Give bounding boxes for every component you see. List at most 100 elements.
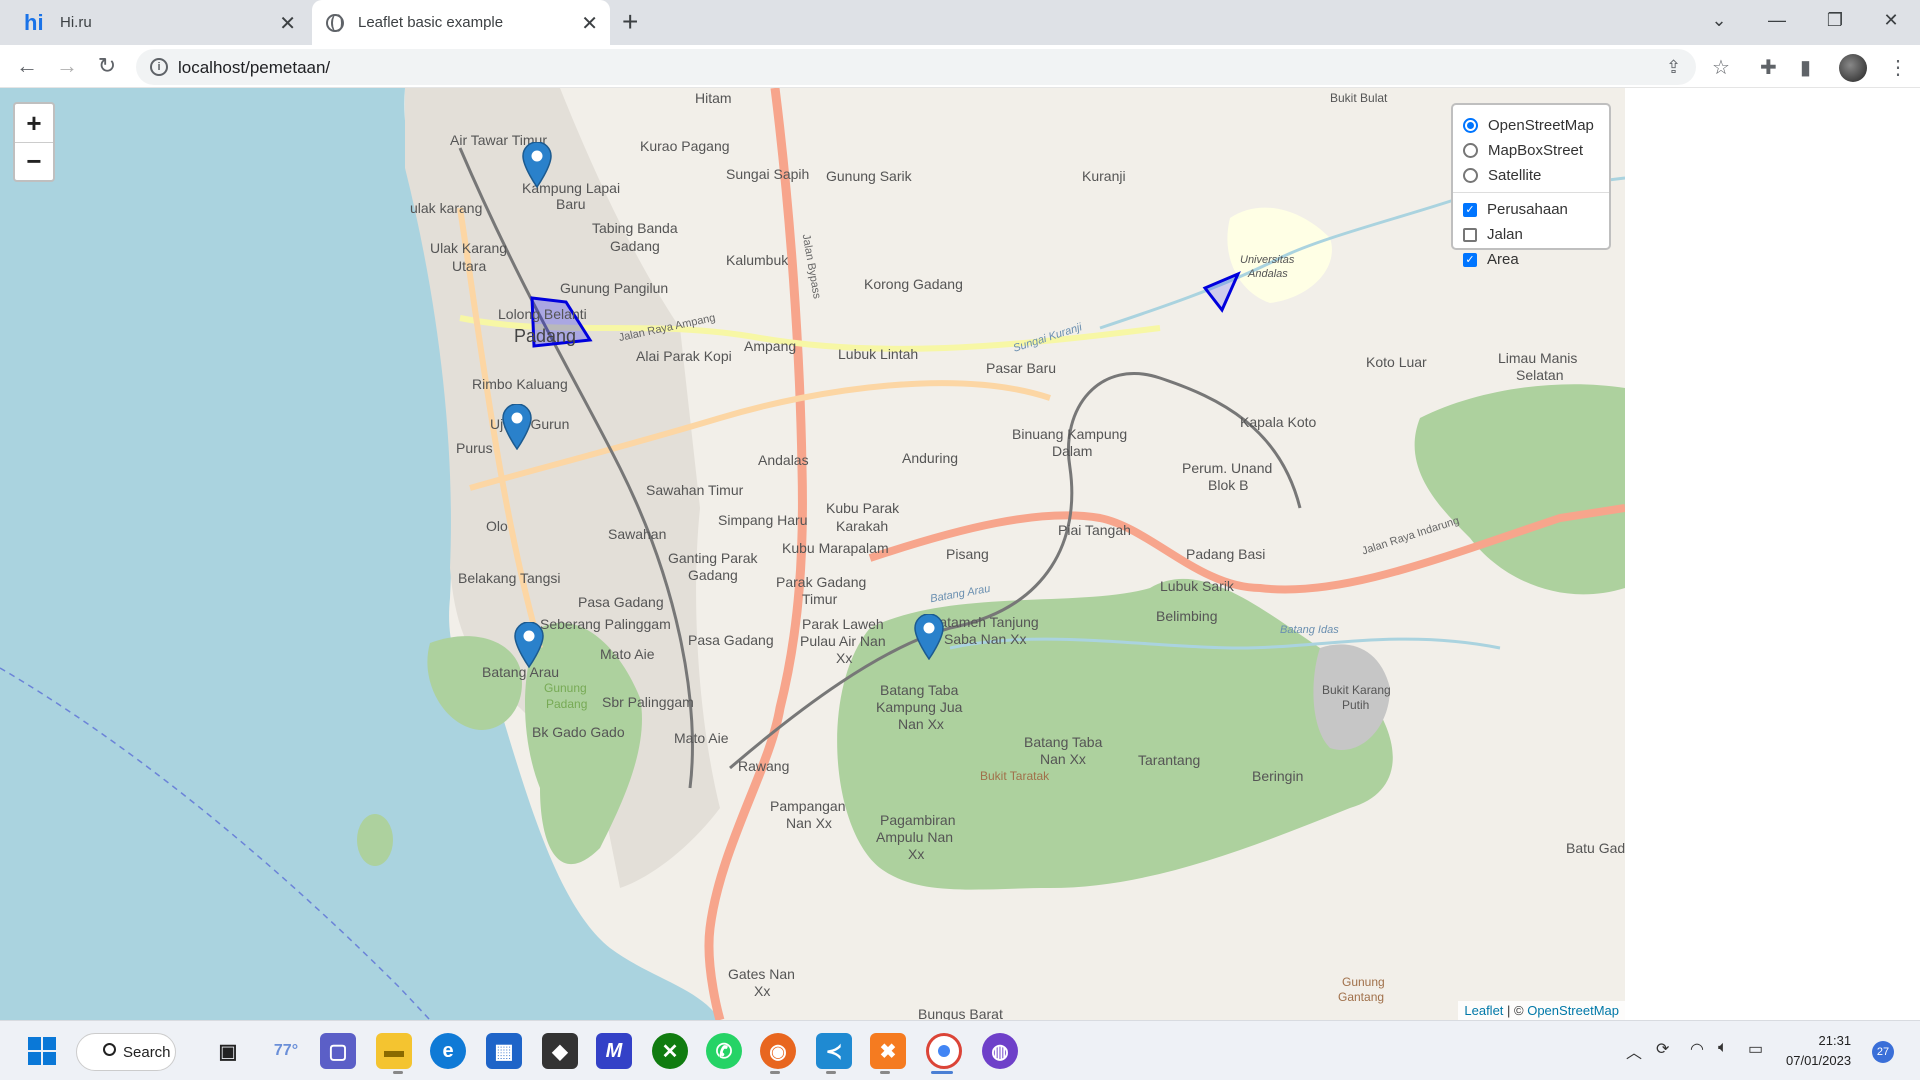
start-button[interactable]: [24, 1033, 60, 1069]
leaflet-map[interactable]: Hitam Bukit Bulat Air Tawar Timur Kurao …: [0, 88, 1625, 1020]
map-label: Sawahan: [608, 526, 667, 542]
file-explorer-icon[interactable]: ▬: [376, 1033, 412, 1069]
map-marker-pin[interactable]: [522, 142, 552, 188]
checkbox-checked[interactable]: ✓: [1463, 252, 1477, 267]
bookmark-star-icon[interactable]: ☆: [1712, 55, 1730, 80]
back-button[interactable]: ←: [12, 51, 42, 81]
map-label: Piai Tangah: [1058, 522, 1131, 538]
map-label: Batameh Tanjung: [930, 614, 1039, 630]
map-label: Pagambiran: [880, 812, 956, 828]
notification-badge[interactable]: 27: [1872, 1041, 1894, 1063]
base-layer-satellite[interactable]: Satellite: [1463, 163, 1599, 188]
browser-toolbar: ← → ↻ i localhost/pemetaan/ ⇪ ☆ ✚ ▮ ⋮: [0, 45, 1920, 88]
address-bar[interactable]: i localhost/pemetaan/ ⇪: [136, 49, 1696, 85]
wifi-icon[interactable]: ◠: [1690, 1039, 1704, 1059]
map-label: Padang: [514, 326, 577, 346]
tab-strip: hi Hi.ru ✕ Leaflet basic example ✕ + ⌄ —…: [0, 0, 1920, 45]
close-window-button[interactable]: ✕: [1862, 0, 1920, 40]
map-marker-pin[interactable]: [502, 404, 532, 450]
close-tab-icon[interactable]: ✕: [581, 11, 598, 36]
weather-temp: 77°: [273, 1042, 299, 1059]
teams-chat-icon[interactable]: ▢: [320, 1033, 356, 1069]
active-indicator: [931, 1071, 953, 1074]
checkbox-checked[interactable]: ✓: [1463, 202, 1477, 217]
taskbar-search[interactable]: Search: [76, 1033, 176, 1071]
base-layer-mapboxstreet[interactable]: MapBoxStreet: [1463, 138, 1599, 163]
vscode-icon[interactable]: ≺: [816, 1033, 852, 1069]
task-view-icon[interactable]: ▣: [210, 1033, 246, 1069]
share-icon[interactable]: ⇪: [1666, 57, 1681, 78]
xampp-icon[interactable]: ✖: [870, 1033, 906, 1069]
restore-button[interactable]: ❐: [1806, 0, 1864, 40]
map-label: Perum. Unand: [1182, 460, 1273, 476]
side-panel-icon[interactable]: ▮: [1800, 55, 1811, 80]
map-label: Kapala Koto: [1240, 414, 1317, 430]
map-label: Gadang: [688, 567, 738, 583]
zoom-out-button[interactable]: −: [15, 142, 53, 180]
map-label: Gunung: [544, 681, 587, 695]
map-label: Bukit Bulat: [1330, 91, 1388, 105]
tab-search-icon[interactable]: ⌄: [1690, 0, 1748, 40]
github-desktop-icon[interactable]: ◍: [982, 1033, 1018, 1069]
checkbox-unchecked[interactable]: [1463, 227, 1477, 242]
map-label: Lubuk Lintah: [838, 346, 919, 362]
menu-kebab-icon[interactable]: ⋮: [1888, 55, 1908, 80]
overlay-jalan[interactable]: Jalan: [1463, 222, 1599, 247]
map-label: Lolong Belanti: [498, 306, 587, 322]
base-layer-openstreetmap[interactable]: OpenStreetMap: [1463, 113, 1599, 138]
map-label: Parak Laweh: [802, 616, 884, 632]
hi-icon: hi: [24, 9, 44, 35]
microsoft-store-icon[interactable]: ▦: [486, 1033, 522, 1069]
chevron-up-icon[interactable]: ︿: [1626, 1039, 1642, 1063]
firefox-icon[interactable]: ◉: [760, 1033, 796, 1069]
chrome-icon[interactable]: [926, 1033, 962, 1069]
weather-widget[interactable]: 77°: [268, 1033, 304, 1069]
map-label: Karakah: [836, 518, 889, 534]
running-indicator: [770, 1071, 780, 1074]
zoom-in-button[interactable]: +: [15, 104, 53, 142]
forward-button[interactable]: →: [52, 51, 82, 81]
site-info-icon[interactable]: i: [150, 58, 168, 76]
page-empty-area: [1625, 88, 1920, 1020]
tab-hi-ru[interactable]: hi Hi.ru ✕: [8, 0, 308, 45]
new-tab-button[interactable]: +: [622, 6, 638, 38]
area-polygon-unand[interactable]: [1202, 271, 1241, 313]
osm-link[interactable]: OpenStreetMap: [1527, 1003, 1619, 1018]
map-label: Baru: [556, 196, 586, 212]
radio-selected[interactable]: [1463, 118, 1478, 133]
map-label: Binuang Kampung: [1012, 426, 1128, 442]
close-tab-icon[interactable]: ✕: [279, 11, 296, 36]
map-label: Limau Manis: [1498, 350, 1578, 366]
map-label: Ampulu Nan: [876, 829, 954, 845]
profile-avatar[interactable]: [1839, 54, 1867, 82]
map-marker-pin[interactable]: [914, 614, 944, 660]
leaflet-link[interactable]: Leaflet: [1464, 1003, 1503, 1018]
tab-title: Leaflet basic example: [358, 14, 504, 31]
editor-icon[interactable]: M: [596, 1033, 632, 1069]
map-label: Dalam: [1052, 443, 1093, 459]
battery-icon[interactable]: ▭: [1748, 1039, 1763, 1059]
xbox-icon[interactable]: ✕: [652, 1033, 688, 1069]
tab-leaflet[interactable]: Leaflet basic example ✕: [312, 0, 610, 45]
volume-icon[interactable]: 🔈︎: [1718, 1039, 1728, 1057]
overlay-area[interactable]: ✓ Area: [1463, 247, 1599, 272]
map-label: Putih: [1342, 698, 1370, 712]
map-label: Gadang: [610, 238, 660, 254]
map-label: Rimbo Kaluang: [472, 376, 568, 392]
running-indicator: [393, 1071, 403, 1074]
radio-unselected[interactable]: [1463, 143, 1478, 158]
overlay-perusahaan[interactable]: ✓ Perusahaan: [1463, 197, 1599, 222]
map-label: Pulau Air Nan: [800, 633, 886, 649]
minimize-button[interactable]: —: [1748, 0, 1806, 40]
extensions-icon[interactable]: ✚: [1760, 55, 1777, 80]
reload-button[interactable]: ↻: [92, 51, 122, 81]
system-clock[interactable]: 21:31 07/01/2023: [1786, 1031, 1851, 1071]
app-cube-icon[interactable]: ◆: [542, 1033, 578, 1069]
whatsapp-icon[interactable]: ✆: [706, 1033, 742, 1069]
map-label: Korong Gadang: [864, 276, 963, 292]
radio-unselected[interactable]: [1463, 168, 1478, 183]
map-marker-pin[interactable]: [514, 622, 544, 668]
edge-browser-icon[interactable]: e: [430, 1033, 466, 1069]
sync-icon[interactable]: ⟳: [1656, 1039, 1669, 1059]
map-label: Kampung Jua: [876, 699, 963, 715]
